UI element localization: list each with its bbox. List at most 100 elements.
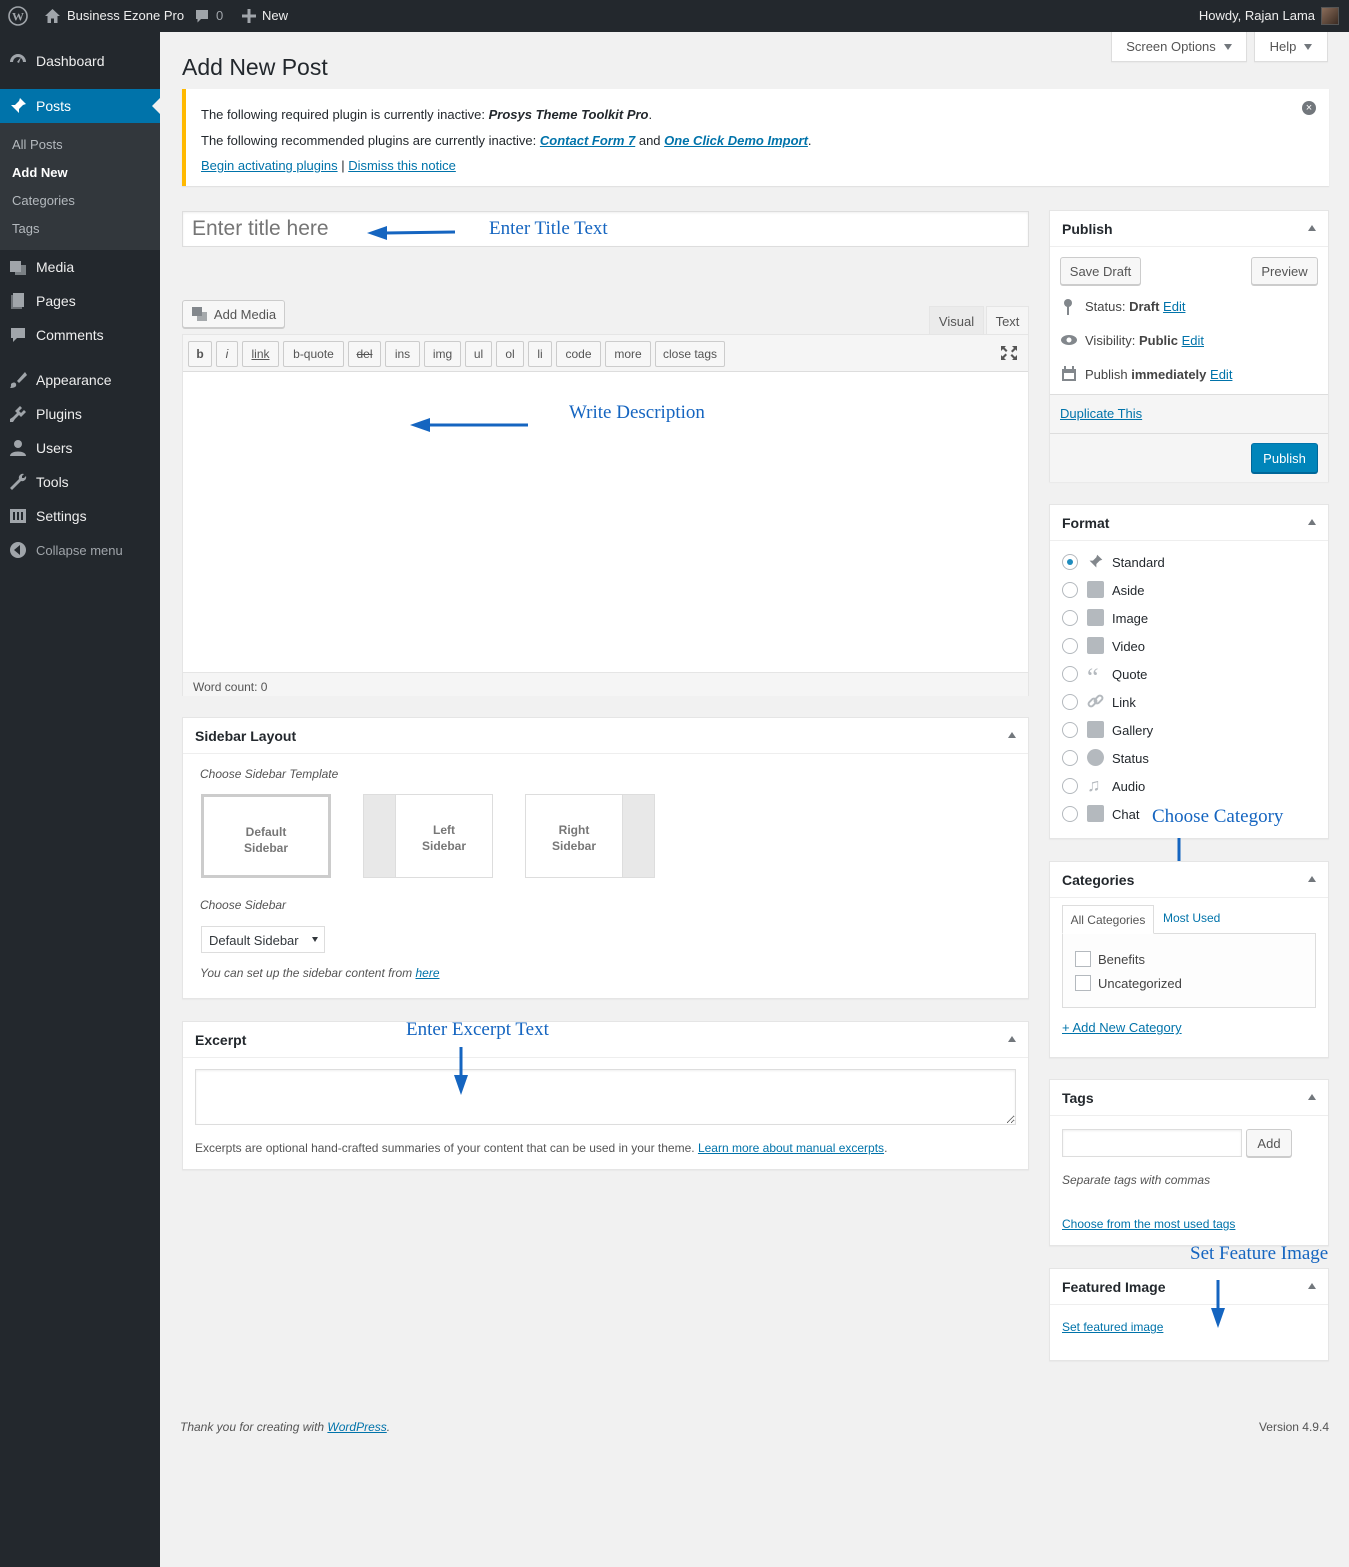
sidebar-collapse-menu[interactable]: Collapse menu: [0, 533, 160, 567]
format-header[interactable]: Format: [1050, 505, 1328, 541]
format-radio-gallery[interactable]: [1062, 722, 1078, 738]
submenu-tags[interactable]: Tags: [12, 221, 39, 236]
choose-tags-link[interactable]: Choose from the most used tags: [1062, 1217, 1235, 1231]
toggle-arrow-icon[interactable]: [1008, 1036, 1016, 1042]
duplicate-link[interactable]: Duplicate This: [1060, 406, 1142, 421]
quicktag-bquote-button[interactable]: b-quote: [283, 341, 344, 367]
format-radio-image[interactable]: [1062, 610, 1078, 626]
category-checkbox-benefits[interactable]: [1075, 951, 1091, 967]
tab-all-categories[interactable]: All Categories: [1062, 905, 1154, 934]
submenu-add-new[interactable]: Add New: [12, 165, 68, 180]
sidebar-item-dashboard[interactable]: Dashboard: [0, 44, 160, 78]
learn-excerpts-link[interactable]: Learn more about manual excerpts: [698, 1141, 884, 1155]
quicktag-link-button[interactable]: link: [242, 341, 279, 367]
toggle-arrow-icon[interactable]: [1308, 876, 1316, 882]
toggle-arrow-icon[interactable]: [1308, 1094, 1316, 1100]
wordpress-link[interactable]: WordPress: [327, 1420, 386, 1434]
category-checkbox-uncategorized[interactable]: [1075, 975, 1091, 991]
quicktag-ins-button[interactable]: ins: [385, 341, 420, 367]
contact-form-link[interactable]: Contact Form 7: [540, 133, 635, 148]
sidebar-select[interactable]: Default Sidebar: [201, 926, 325, 953]
toggle-arrow-icon[interactable]: [1008, 732, 1016, 738]
comment-icon: [11, 328, 25, 342]
toggle-arrow-icon[interactable]: [1308, 1283, 1316, 1289]
publish-button[interactable]: Publish: [1251, 443, 1318, 473]
layout-left-sidebar[interactable]: Left Sidebar: [363, 794, 493, 878]
close-icon[interactable]: ×: [1302, 101, 1316, 115]
tab-visual[interactable]: Visual: [929, 306, 984, 335]
format-radio-video[interactable]: [1062, 638, 1078, 654]
excerpt-header[interactable]: Excerpt: [183, 1022, 1028, 1058]
quicktag-close-tags-button[interactable]: close tags: [655, 341, 725, 367]
quicktag-del-button[interactable]: del: [348, 341, 381, 367]
format-radio-chat[interactable]: [1062, 806, 1078, 822]
sidebar-item-pages[interactable]: Pages: [0, 284, 160, 318]
quicktag-more-button[interactable]: more: [605, 341, 651, 367]
edit-status-link[interactable]: Edit: [1163, 299, 1185, 314]
excerpt-textarea[interactable]: [195, 1069, 1016, 1125]
comments-link[interactable]: 0: [194, 0, 223, 32]
sidebar-layout-header[interactable]: Sidebar Layout: [183, 718, 1028, 754]
tags-input[interactable]: [1062, 1129, 1242, 1157]
format-radio-link[interactable]: [1062, 694, 1078, 710]
toggle-arrow-icon[interactable]: [1308, 225, 1316, 231]
quicktag-ol-button[interactable]: ol: [496, 341, 524, 367]
begin-activating-link[interactable]: Begin activating plugins: [201, 158, 338, 173]
sidebar-item-posts[interactable]: Posts: [0, 89, 160, 123]
toggle-arrow-icon[interactable]: [1308, 519, 1316, 525]
set-featured-image-link[interactable]: Set featured image: [1062, 1320, 1163, 1334]
publish-header[interactable]: Publish: [1050, 211, 1328, 247]
layout-right-sidebar[interactable]: Right Sidebar: [525, 794, 655, 878]
sidebar-here-link[interactable]: here: [415, 966, 439, 980]
quicktag-img-button[interactable]: img: [424, 341, 461, 367]
format-radio-aside[interactable]: [1062, 582, 1078, 598]
sidebar-item-plugins[interactable]: Plugins: [0, 397, 160, 431]
layout-default-sidebar[interactable]: Default Sidebar: [201, 794, 331, 878]
my-account-link[interactable]: Howdy, Rajan Lama: [1199, 0, 1339, 32]
categories-header[interactable]: Categories: [1050, 862, 1328, 898]
edit-visibility-link[interactable]: Edit: [1182, 333, 1204, 348]
format-radio-standard[interactable]: [1062, 554, 1078, 570]
wordpress-logo-icon[interactable]: W: [8, 0, 28, 32]
calendar-icon: [1062, 366, 1076, 381]
tab-text[interactable]: Text: [986, 306, 1029, 335]
screen-options-button[interactable]: Screen Options: [1111, 32, 1247, 62]
format-radio-status[interactable]: [1062, 750, 1078, 766]
quicktag-italic-button[interactable]: i: [216, 341, 238, 367]
add-media-button[interactable]: Add Media: [182, 300, 285, 328]
dismiss-notice-link[interactable]: Dismiss this notice: [348, 158, 456, 173]
site-name-link[interactable]: Business Ezone Pro: [44, 0, 184, 32]
edit-schedule-link[interactable]: Edit: [1210, 367, 1232, 382]
tile-label: Sidebar: [551, 839, 596, 853]
sidebar-item-tools[interactable]: Tools: [0, 465, 160, 499]
save-draft-button[interactable]: Save Draft: [1060, 257, 1141, 285]
sidebar-item-users[interactable]: Users: [0, 431, 160, 465]
featured-image-header[interactable]: Featured Image: [1050, 1269, 1328, 1305]
new-content-link[interactable]: New: [242, 0, 288, 32]
fullscreen-icon[interactable]: [1000, 345, 1018, 361]
tab-most-used[interactable]: Most Used: [1163, 911, 1220, 925]
help-button[interactable]: Help: [1254, 32, 1328, 62]
add-tag-button[interactable]: Add: [1246, 1129, 1292, 1157]
sidebar-item-label: Appearance: [36, 372, 112, 388]
demo-import-link[interactable]: One Click Demo Import: [664, 133, 808, 148]
preview-button[interactable]: Preview: [1251, 257, 1318, 285]
sidebar-item-settings[interactable]: Settings: [0, 499, 160, 533]
annotation-arrow-title: [367, 226, 456, 240]
format-radio-quote[interactable]: [1062, 666, 1078, 682]
choose-sidebar-label: Choose Sidebar: [200, 898, 287, 912]
format-radio-audio[interactable]: [1062, 778, 1078, 794]
sidebar-item-appearance[interactable]: Appearance: [0, 363, 160, 397]
quicktag-bold-button[interactable]: b: [188, 341, 212, 367]
add-new-category-link[interactable]: + Add New Category: [1062, 1020, 1182, 1035]
quicktag-ul-button[interactable]: ul: [465, 341, 492, 367]
status-label: Status:: [1085, 299, 1130, 314]
submenu-all-posts[interactable]: All Posts: [12, 137, 63, 152]
dashboard-icon: [10, 54, 26, 63]
sidebar-item-media[interactable]: Media: [0, 250, 160, 284]
submenu-categories[interactable]: Categories: [12, 193, 75, 208]
tags-header[interactable]: Tags: [1050, 1080, 1328, 1116]
sidebar-item-comments[interactable]: Comments: [0, 318, 160, 352]
quicktag-li-button[interactable]: li: [528, 341, 552, 367]
quicktag-code-button[interactable]: code: [556, 341, 601, 367]
